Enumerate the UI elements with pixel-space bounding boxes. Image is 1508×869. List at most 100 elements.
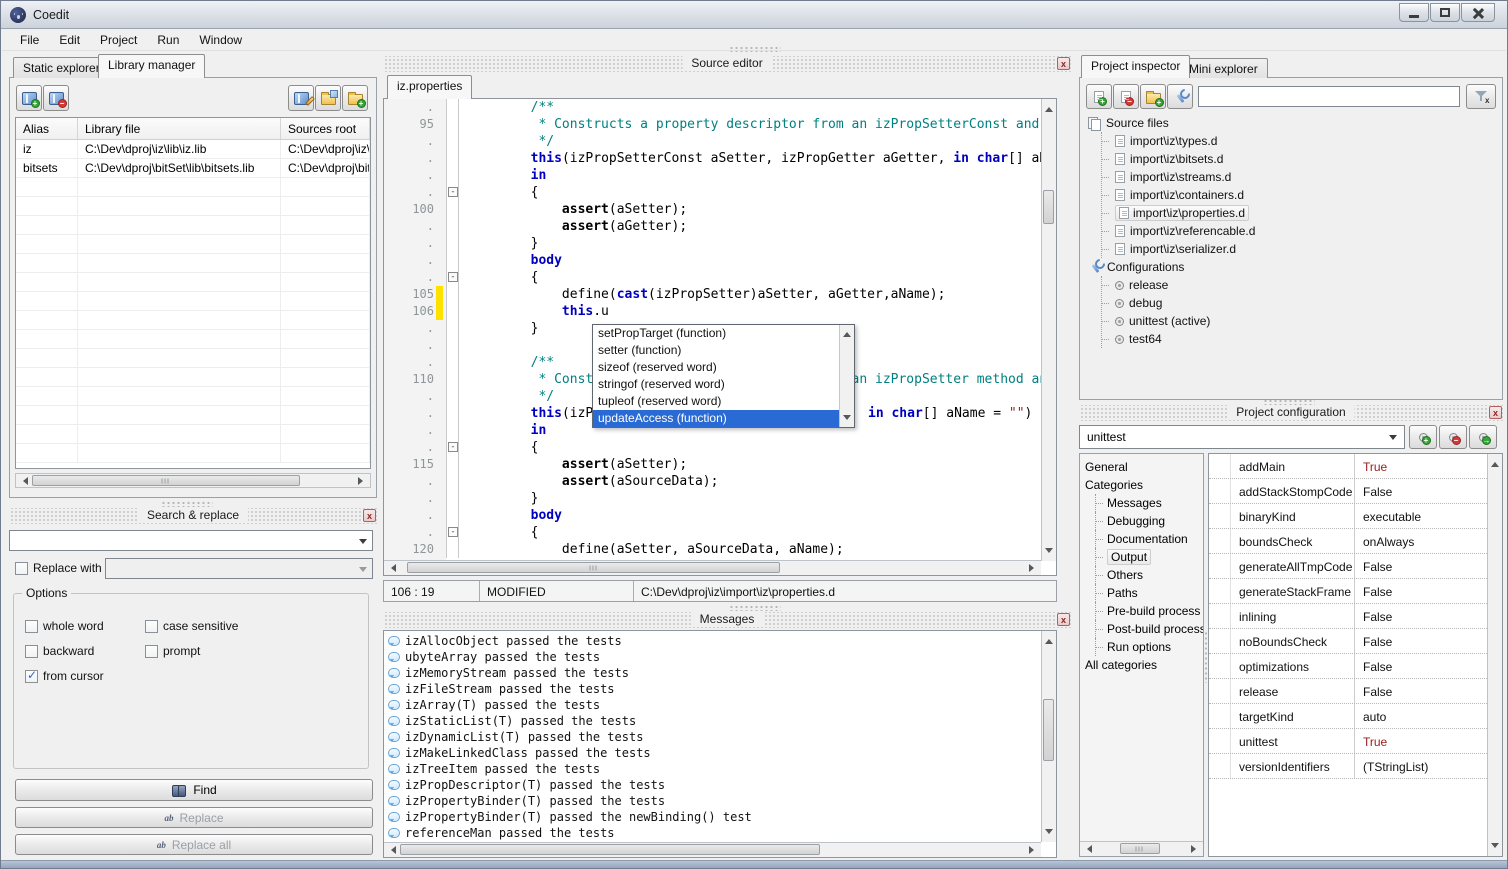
run-configuration-button[interactable]: → bbox=[1469, 425, 1497, 449]
messages-hscrollbar[interactable] bbox=[384, 842, 1041, 857]
property-value[interactable]: True bbox=[1355, 454, 1487, 478]
property-row[interactable]: generateStackFrameFalse bbox=[1209, 579, 1487, 604]
titlebar[interactable]: Coedit bbox=[1, 1, 1507, 29]
scroll-left-icon[interactable] bbox=[1083, 845, 1092, 853]
scroll-down-icon[interactable] bbox=[1491, 843, 1499, 852]
category-item-run-options[interactable]: Run options bbox=[1095, 638, 1203, 656]
code-line[interactable]: .- { bbox=[384, 439, 1041, 456]
remove-configuration-button[interactable]: − bbox=[1439, 425, 1467, 449]
inspector-options-button[interactable] bbox=[1167, 84, 1193, 109]
column-header[interactable]: Sources root bbox=[281, 118, 370, 139]
scrollbar-thumb[interactable] bbox=[400, 844, 820, 855]
message-row[interactable]: izFileStream passed the tests bbox=[384, 681, 1041, 697]
category-item-general[interactable]: General bbox=[1085, 458, 1203, 476]
library-table-hscrollbar[interactable] bbox=[15, 473, 371, 488]
table-row[interactable] bbox=[16, 368, 370, 387]
clear-filter-button[interactable]: x bbox=[1466, 84, 1496, 109]
category-item-all-categories[interactable]: All categories bbox=[1085, 656, 1203, 674]
message-row[interactable]: izMemoryStream passed the tests bbox=[384, 665, 1041, 681]
table-row[interactable] bbox=[16, 311, 370, 330]
scroll-right-icon[interactable] bbox=[358, 477, 367, 485]
close-button[interactable] bbox=[1461, 3, 1495, 22]
tree-item-file[interactable]: import\iz\serializer.d bbox=[1102, 240, 1498, 258]
configuration-select[interactable]: unittest bbox=[1079, 425, 1405, 449]
fold-collapse-icon[interactable]: - bbox=[448, 272, 458, 282]
tab-mini-explorer[interactable]: Mini explorer bbox=[1179, 58, 1268, 78]
code-line[interactable]: . body bbox=[384, 507, 1041, 524]
scroll-right-icon[interactable] bbox=[1191, 845, 1200, 853]
code-line[interactable]: 115 assert(aSetter); bbox=[384, 456, 1041, 473]
table-row[interactable] bbox=[16, 197, 370, 216]
messages-panel[interactable]: izAllocObject passed the testsubyteArray… bbox=[383, 630, 1057, 858]
category-item-categories[interactable]: Categories bbox=[1085, 476, 1203, 494]
category-item-messages[interactable]: Messages bbox=[1095, 494, 1203, 512]
completion-scrollbar[interactable] bbox=[839, 325, 854, 427]
checkbox-case-sensitive[interactable]: case sensitive bbox=[145, 619, 238, 633]
code-line[interactable]: . /** bbox=[384, 99, 1041, 116]
menu-file[interactable]: File bbox=[10, 30, 49, 51]
close-icon[interactable]: x bbox=[363, 509, 376, 522]
message-row[interactable]: ubyteArray passed the tests bbox=[384, 649, 1041, 665]
table-row[interactable] bbox=[16, 216, 370, 235]
add-configuration-button[interactable]: + bbox=[1409, 425, 1437, 449]
splitter-handle[interactable] bbox=[161, 501, 213, 507]
completion-item[interactable]: setPropTarget (function) bbox=[593, 325, 854, 342]
code-line[interactable]: . assert(aGetter); bbox=[384, 218, 1041, 235]
code-line[interactable]: 120 define(aSetter, aSourceData, aName); bbox=[384, 541, 1041, 558]
message-row[interactable]: izPropertyBinder(T) passed the tests bbox=[384, 793, 1041, 809]
message-row[interactable]: referenceMan passed the tests bbox=[384, 825, 1041, 841]
menu-edit[interactable]: Edit bbox=[49, 30, 90, 51]
tree-item-file[interactable]: import\iz\types.d bbox=[1102, 132, 1498, 150]
tree-item-file[interactable]: import\iz\bitsets.d bbox=[1102, 150, 1498, 168]
categories-hscrollbar[interactable] bbox=[1080, 841, 1203, 856]
code-line[interactable]: . } bbox=[384, 235, 1041, 252]
completion-item[interactable]: setter (function) bbox=[593, 342, 854, 359]
scroll-up-icon[interactable] bbox=[1491, 458, 1499, 467]
remove-library-button[interactable]: − bbox=[43, 85, 69, 111]
code-line[interactable]: . this(izPropSetterConst aSetter, izProp… bbox=[384, 150, 1041, 167]
fold-collapse-icon[interactable]: - bbox=[448, 527, 458, 537]
property-row[interactable]: binaryKindexecutable bbox=[1209, 504, 1487, 529]
column-header[interactable]: Alias bbox=[16, 118, 78, 139]
categories-tree[interactable]: GeneralCategoriesMessagesDebuggingDocume… bbox=[1080, 454, 1203, 840]
scroll-down-icon[interactable] bbox=[843, 415, 851, 424]
minimize-button[interactable] bbox=[1399, 3, 1429, 22]
message-row[interactable]: izPropDescriptor(T) passed the tests bbox=[384, 777, 1041, 793]
menu-window[interactable]: Window bbox=[189, 30, 252, 51]
add-library-folder-button[interactable]: + bbox=[342, 85, 368, 111]
code-line[interactable]: 95 * Constructs a property descriptor fr… bbox=[384, 116, 1041, 133]
scroll-right-icon[interactable] bbox=[1029, 846, 1038, 854]
code-line[interactable]: . body bbox=[384, 252, 1041, 269]
code-line[interactable]: . } bbox=[384, 490, 1041, 507]
tree-item-file[interactable]: import\iz\streams.d bbox=[1102, 168, 1498, 186]
scroll-left-icon[interactable] bbox=[387, 846, 396, 854]
project-tree[interactable]: Source filesimport\iz\types.dimport\iz\b… bbox=[1088, 114, 1498, 395]
property-value[interactable]: False bbox=[1355, 479, 1487, 503]
property-row[interactable]: releaseFalse bbox=[1209, 679, 1487, 704]
property-row[interactable]: boundsCheckonAlways bbox=[1209, 529, 1487, 554]
scroll-up-icon[interactable] bbox=[843, 328, 851, 337]
scrollbar-thumb[interactable] bbox=[32, 475, 300, 486]
find-button[interactable]: Find bbox=[15, 779, 373, 801]
fold-collapse-icon[interactable]: - bbox=[448, 442, 458, 452]
category-item-paths[interactable]: Paths bbox=[1095, 584, 1203, 602]
replace-button[interactable]: abReplace bbox=[15, 807, 373, 828]
property-value[interactable]: False bbox=[1355, 579, 1487, 603]
category-item-output[interactable]: Output bbox=[1095, 548, 1203, 566]
code-line[interactable]: . assert(aSourceData); bbox=[384, 473, 1041, 490]
tree-item-configurations[interactable]: Configurations bbox=[1088, 258, 1498, 276]
edit-library-button[interactable] bbox=[288, 85, 314, 111]
property-value[interactable]: executable bbox=[1355, 504, 1487, 528]
property-value[interactable]: False bbox=[1355, 554, 1487, 578]
table-row[interactable] bbox=[16, 254, 370, 273]
open-library-folder-button[interactable] bbox=[315, 85, 341, 111]
completion-item[interactable]: updateAccess (function) bbox=[593, 410, 854, 427]
scroll-down-icon[interactable] bbox=[1045, 829, 1053, 838]
editor-vscrollbar[interactable] bbox=[1041, 99, 1056, 561]
close-icon[interactable]: x bbox=[1489, 406, 1502, 419]
column-header[interactable]: Library file bbox=[78, 118, 281, 139]
property-row[interactable]: addMainTrue bbox=[1209, 454, 1487, 479]
scrollbar-thumb[interactable] bbox=[407, 562, 780, 573]
menu-run[interactable]: Run bbox=[147, 30, 189, 51]
scroll-down-icon[interactable] bbox=[1045, 548, 1053, 557]
